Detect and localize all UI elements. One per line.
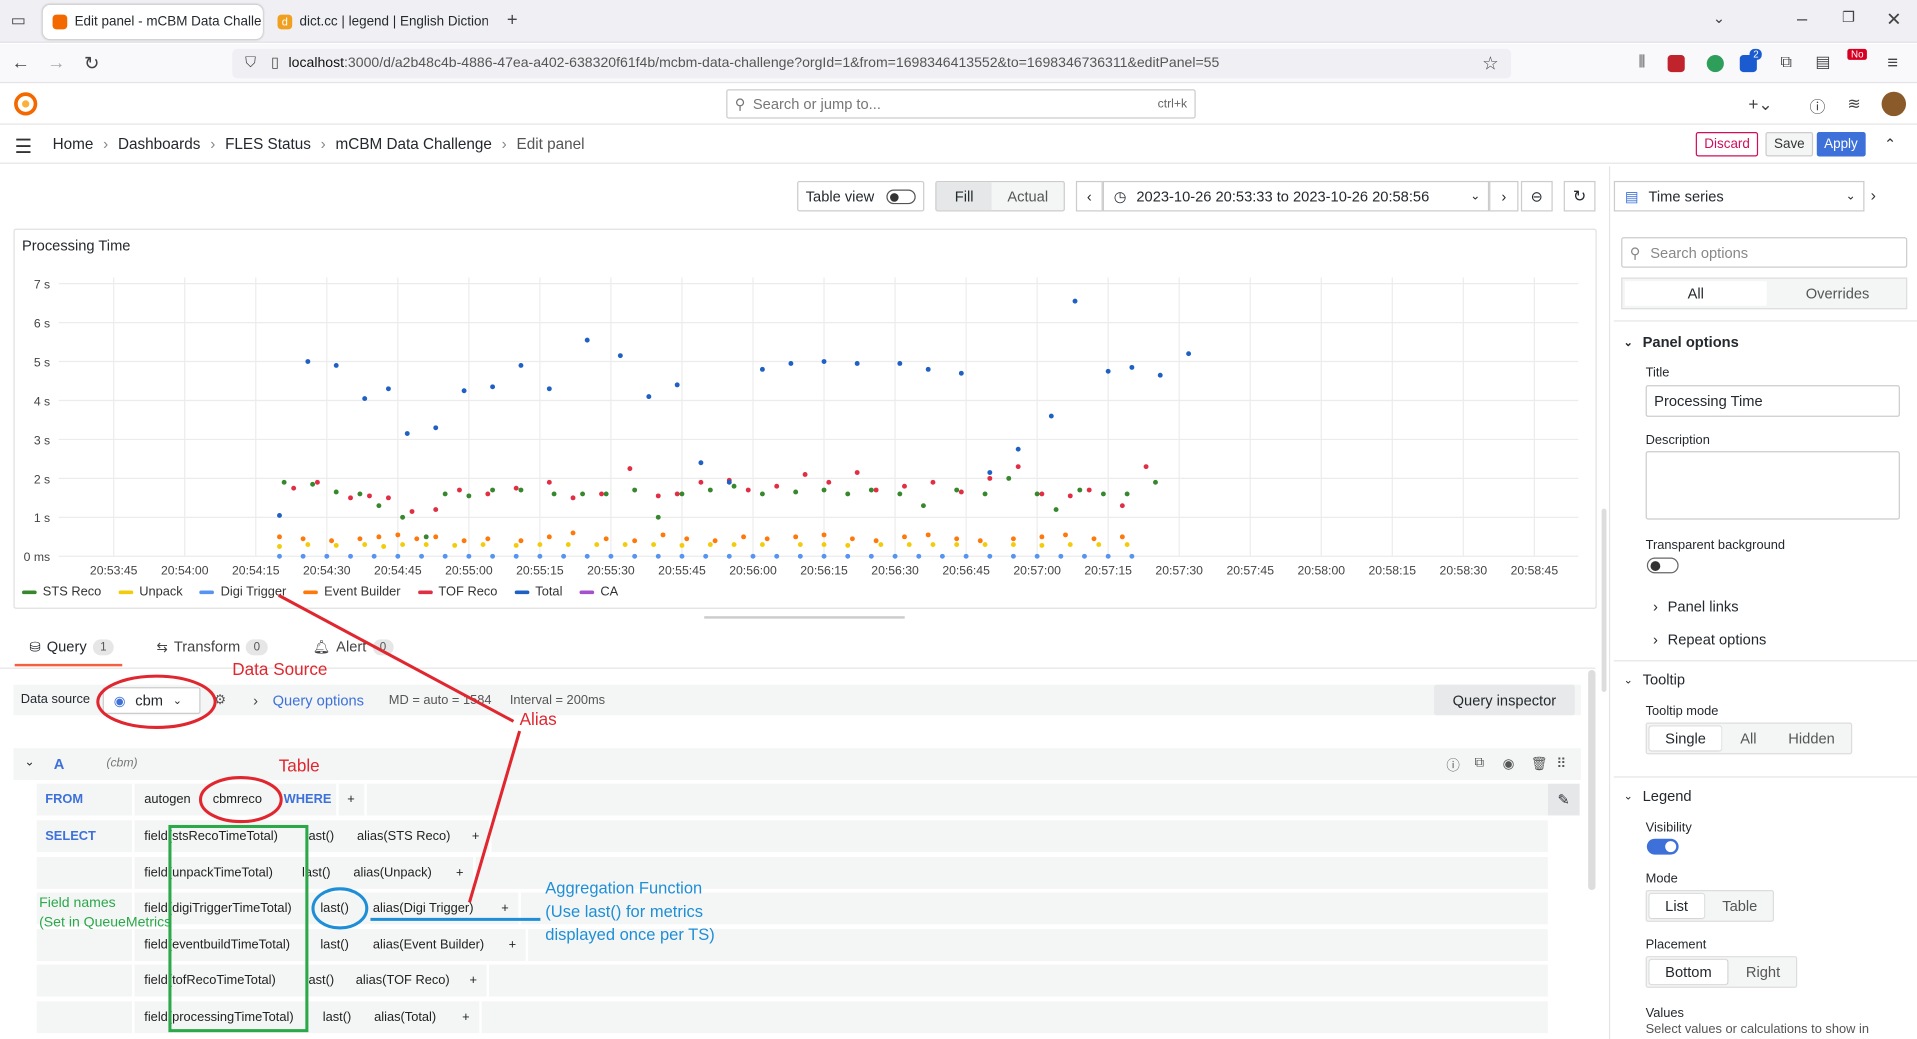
- table-ellipse: [198, 776, 283, 824]
- annotation-data-source: Data Source: [232, 658, 328, 679]
- alias-arrow-lower: [468, 730, 522, 903]
- annotation-table: Table: [278, 755, 320, 776]
- annotation-alias: Alias: [519, 709, 557, 729]
- screen: ▭ Edit panel - mCBM Data Challe ✕ d dict…: [0, 0, 1917, 1039]
- annotation-overlay: [96, 594, 541, 1033]
- annotation-aggregation-1: Aggregation Function: [545, 879, 703, 898]
- aggregation-ellipse: [311, 887, 369, 930]
- annotation-aggregation-3: displayed once per TS): [545, 925, 715, 944]
- field-names-box: [168, 824, 309, 1033]
- annotation-field-names-1: Field names: [39, 896, 116, 911]
- annotation-aggregation-2: (Use last() for metrics: [545, 902, 704, 921]
- annotation-field-names-2: (Set in QueueMetrics: [39, 915, 172, 931]
- data-source-ellipse: [96, 674, 217, 729]
